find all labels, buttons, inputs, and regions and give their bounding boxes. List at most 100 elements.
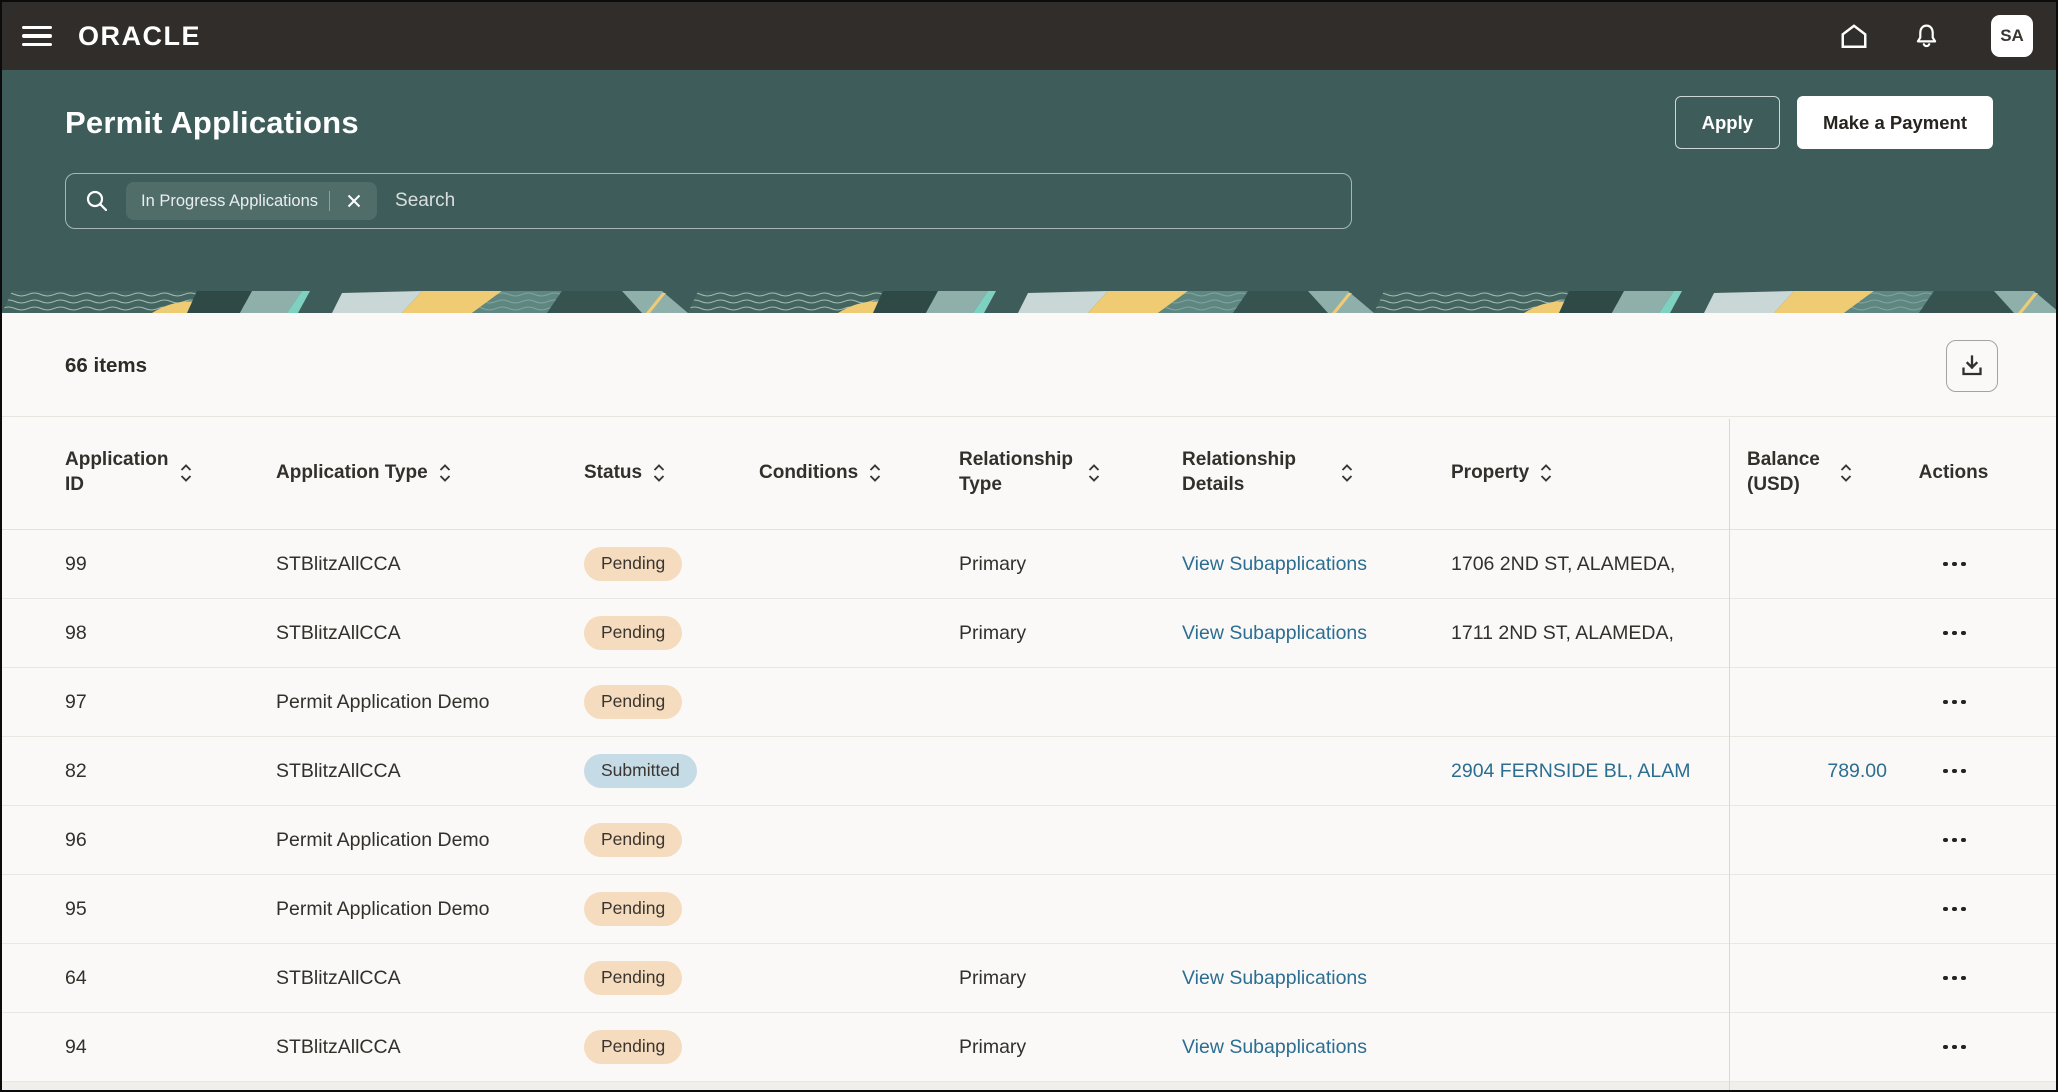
cell-application-type: Permit Application Demo xyxy=(276,690,490,713)
column-header[interactable]: Balance (USD) xyxy=(1729,448,1892,497)
cell-relationship-type: Primary xyxy=(959,552,1027,575)
hamburger-menu-icon[interactable] xyxy=(22,25,52,47)
cell-relationship-type: Primary xyxy=(959,966,1027,989)
cell-application-type: STBlitzAllCCA xyxy=(276,621,401,644)
status-badge: Pending xyxy=(584,891,683,927)
column-header-label: Application Type xyxy=(276,461,428,483)
row-actions-menu-icon[interactable] xyxy=(1937,692,1972,713)
column-divider xyxy=(1729,419,1730,1090)
cell-application-type: Permit Application Demo xyxy=(276,897,490,920)
table-row: 97 Permit Application Demo Pending xyxy=(2,668,2056,737)
oracle-logo: ORACLE xyxy=(78,20,201,51)
row-actions-menu-icon[interactable] xyxy=(1937,554,1972,575)
cell-actions xyxy=(1892,692,2023,713)
table-row: 82 STBlitzAllCCA Submitted 2904 FERNSIDE… xyxy=(2,737,2056,806)
cell-actions xyxy=(1892,968,2023,989)
table-row: 96 Permit Application Demo Pending xyxy=(2,806,2056,875)
column-header[interactable]: Application Type xyxy=(276,461,584,486)
cell-relationship-type: Primary xyxy=(959,621,1027,644)
status-badge: Pending xyxy=(584,960,683,996)
search-input[interactable] xyxy=(393,189,1337,213)
cell-balance[interactable]: 789.00 xyxy=(1729,760,1892,783)
cell-property[interactable]: 2904 FERNSIDE BL, ALAM xyxy=(1451,760,1729,783)
view-subapplications-link[interactable]: View Subapplications xyxy=(1182,622,1367,644)
sort-icon[interactable] xyxy=(1839,462,1853,484)
decorative-banner xyxy=(2,291,2056,313)
notifications-bell-icon[interactable] xyxy=(1909,19,1943,53)
column-header[interactable]: Relationship Details xyxy=(1182,448,1451,497)
cell-actions xyxy=(1892,830,2023,851)
cell-property: 1711 2ND ST, ALAMEDA, xyxy=(1451,621,1674,644)
cell-status: Pending xyxy=(584,1029,759,1065)
sort-icon[interactable] xyxy=(438,462,452,484)
row-actions-menu-icon[interactable] xyxy=(1937,968,1972,989)
column-header[interactable]: Property xyxy=(1451,461,1729,486)
apply-button[interactable]: Apply xyxy=(1674,96,1781,149)
column-header[interactable]: Conditions xyxy=(759,461,959,486)
table-row: 99 STBlitzAllCCA Pending Primary View Su… xyxy=(2,530,2056,599)
cell-application-id: 98 xyxy=(65,621,87,644)
download-button[interactable] xyxy=(1946,340,1998,392)
filter-chip-in-progress[interactable]: In Progress Applications xyxy=(126,182,378,220)
table-row: 64 STBlitzAllCCA Pending Primary View Su… xyxy=(2,944,2056,1013)
cell-status: Pending xyxy=(584,891,759,927)
table-end-strip xyxy=(2,1082,2056,1090)
cell-application-id: 99 xyxy=(65,552,87,575)
table-body: 99 STBlitzAllCCA Pending Primary View Su… xyxy=(2,530,2056,1082)
sort-icon[interactable] xyxy=(1539,462,1553,484)
cell-status: Pending xyxy=(584,615,759,651)
row-actions-menu-icon[interactable] xyxy=(1937,761,1972,782)
column-header[interactable]: Actions xyxy=(1892,461,2023,486)
cell-actions xyxy=(1892,899,2023,920)
sort-icon[interactable] xyxy=(652,462,666,484)
column-header[interactable]: Application ID xyxy=(65,448,276,497)
cell-application-id: 82 xyxy=(65,759,87,782)
cell-application-id: 94 xyxy=(65,1035,87,1058)
cell-application-id: 97 xyxy=(65,690,87,713)
sort-icon[interactable] xyxy=(1340,462,1354,484)
row-actions-menu-icon[interactable] xyxy=(1937,623,1972,644)
cell-actions xyxy=(1892,623,2023,644)
hero-header: Permit Applications Apply Make a Payment… xyxy=(2,70,2056,291)
row-actions-menu-icon[interactable] xyxy=(1937,899,1972,920)
chip-divider xyxy=(329,191,331,211)
column-header-label: Balance (USD) xyxy=(1747,449,1820,495)
row-actions-menu-icon[interactable] xyxy=(1937,830,1972,851)
cell-application-id: 64 xyxy=(65,966,87,989)
topbar: ORACLE SA xyxy=(2,2,2056,70)
cell-status: Pending xyxy=(584,822,759,858)
column-header[interactable]: Relationship Type xyxy=(959,448,1182,497)
view-subapplications-link[interactable]: View Subapplications xyxy=(1182,1036,1367,1058)
column-header-label: Property xyxy=(1451,461,1530,483)
status-badge: Pending xyxy=(584,615,683,651)
content-area: 66 items Application ID Application Type xyxy=(2,313,2056,1090)
home-icon[interactable] xyxy=(1837,19,1871,53)
cell-application-type: STBlitzAllCCA xyxy=(276,759,401,782)
cell-status: Submitted xyxy=(584,753,759,789)
status-badge: Submitted xyxy=(584,753,697,789)
view-subapplications-link[interactable]: View Subapplications xyxy=(1182,967,1367,989)
cell-relationship-type: Primary xyxy=(959,1035,1027,1058)
sort-icon[interactable] xyxy=(868,462,882,484)
column-header-label: Status xyxy=(584,461,643,483)
user-avatar[interactable]: SA xyxy=(1991,15,2033,57)
column-header-label: Relationship Type xyxy=(959,449,1074,495)
cell-application-id: 95 xyxy=(65,897,87,920)
chip-close-icon[interactable] xyxy=(341,188,367,214)
applications-table: Application ID Application Type Status C… xyxy=(2,416,2056,1090)
cell-relationship-details: View Subapplications xyxy=(1182,622,1451,645)
column-header-label: Conditions xyxy=(759,461,859,483)
cell-property: 1706 2ND ST, ALAMEDA, xyxy=(1451,552,1676,575)
permit-applications-page: ORACLE SA Permit Applications Apply Make… xyxy=(0,0,2058,1092)
make-a-payment-button[interactable]: Make a Payment xyxy=(1797,96,1993,149)
status-badge: Pending xyxy=(584,1029,683,1065)
cell-application-type: STBlitzAllCCA xyxy=(276,966,401,989)
row-actions-menu-icon[interactable] xyxy=(1937,1037,1972,1058)
table-header-row: Application ID Application Type Status C… xyxy=(2,416,2056,530)
column-header[interactable]: Status xyxy=(584,461,759,486)
sort-icon[interactable] xyxy=(1087,462,1101,484)
view-subapplications-link[interactable]: View Subapplications xyxy=(1182,553,1367,575)
sort-icon[interactable] xyxy=(179,462,193,484)
cell-application-id: 96 xyxy=(65,828,87,851)
search-bar[interactable]: In Progress Applications xyxy=(65,173,1352,229)
